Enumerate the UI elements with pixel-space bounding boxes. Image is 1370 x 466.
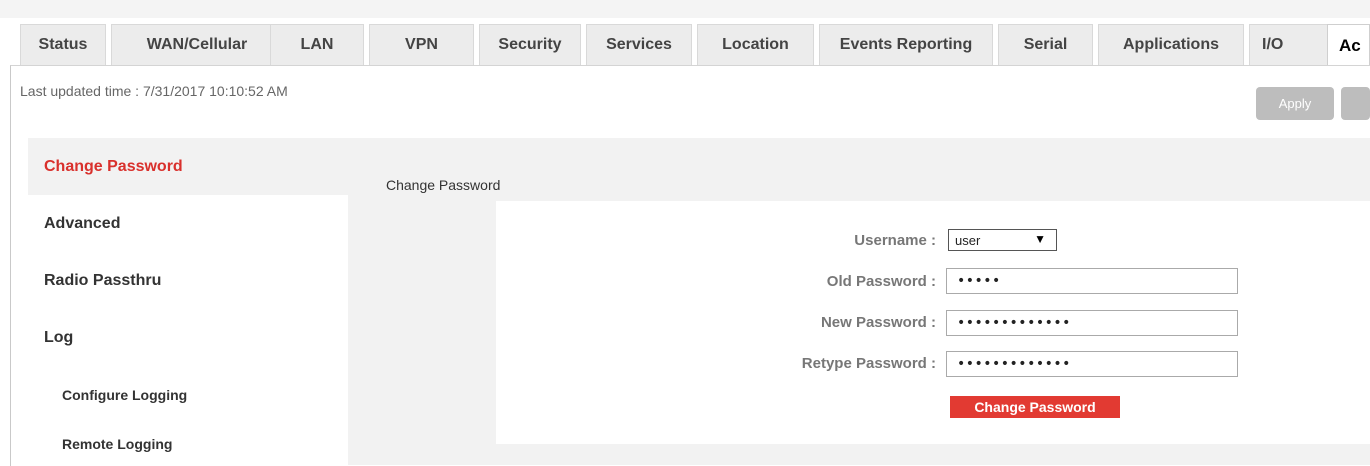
secondary-button[interactable] xyxy=(1341,87,1370,120)
new-password-field[interactable]: ••••••••••••• xyxy=(946,310,1238,336)
retype-password-label: Retype Password : xyxy=(801,355,936,372)
sidebar-item-configure-logging[interactable]: Configure Logging xyxy=(28,366,348,423)
old-password-field[interactable]: ••••• xyxy=(946,268,1238,294)
tab-status[interactable]: Status xyxy=(20,24,106,65)
tab-lan[interactable]: LAN xyxy=(270,24,364,65)
sidebar-item-label: Log xyxy=(44,328,74,346)
new-password-label: New Password : xyxy=(820,314,936,331)
tab-serial[interactable]: Serial xyxy=(998,24,1093,65)
tab-events-reporting[interactable]: Events Reporting xyxy=(819,24,993,65)
tab-applications[interactable]: Applications xyxy=(1098,24,1244,65)
sidebar-item-label: Remote Logging xyxy=(62,436,173,452)
sidebar-item-radio-passthru[interactable]: Radio Passthru xyxy=(28,252,348,309)
sidebar-item-label: Change Password xyxy=(44,157,183,175)
sidebar-item-remote-logging[interactable]: Remote Logging xyxy=(28,423,348,465)
sidebar-item-label: Radio Passthru xyxy=(44,271,162,289)
sidebar-item-change-password[interactable]: Change Password xyxy=(28,138,348,195)
username-value: user xyxy=(955,232,981,248)
sidebar-menu: Change Password Advanced Radio Passthru … xyxy=(28,138,348,465)
section-title: Change Password xyxy=(386,177,501,193)
tab-services[interactable]: Services xyxy=(586,24,692,65)
apply-button[interactable]: Apply xyxy=(1256,87,1334,120)
tab-admin[interactable]: Ac xyxy=(1327,24,1370,66)
username-label: Username : xyxy=(854,232,936,249)
tab-security[interactable]: Security xyxy=(479,24,581,65)
old-password-label: Old Password : xyxy=(826,273,936,290)
sidebar-item-advanced[interactable]: Advanced xyxy=(28,195,348,252)
sidebar-item-log[interactable]: Log xyxy=(28,309,348,366)
sidebar-item-label: Configure Logging xyxy=(62,386,188,403)
username-select[interactable]: user ▼ xyxy=(948,229,1057,251)
last-updated-time: Last updated time : 7/31/2017 10:10:52 A… xyxy=(20,83,288,99)
retype-password-field[interactable]: ••••••••••••• xyxy=(946,351,1238,377)
tab-location[interactable]: Location xyxy=(697,24,814,65)
tab-vpn[interactable]: VPN xyxy=(369,24,474,65)
sidebar-item-label: Advanced xyxy=(44,214,121,232)
main-tab-bar: Status WAN/Cellular LAN VPN Security Ser… xyxy=(20,24,1370,66)
change-password-button[interactable]: Change Password xyxy=(950,396,1120,418)
dropdown-arrow-icon: ▼ xyxy=(1034,232,1046,246)
tab-wan-cellular[interactable]: WAN/Cellular xyxy=(111,24,283,65)
top-background xyxy=(0,0,1370,18)
